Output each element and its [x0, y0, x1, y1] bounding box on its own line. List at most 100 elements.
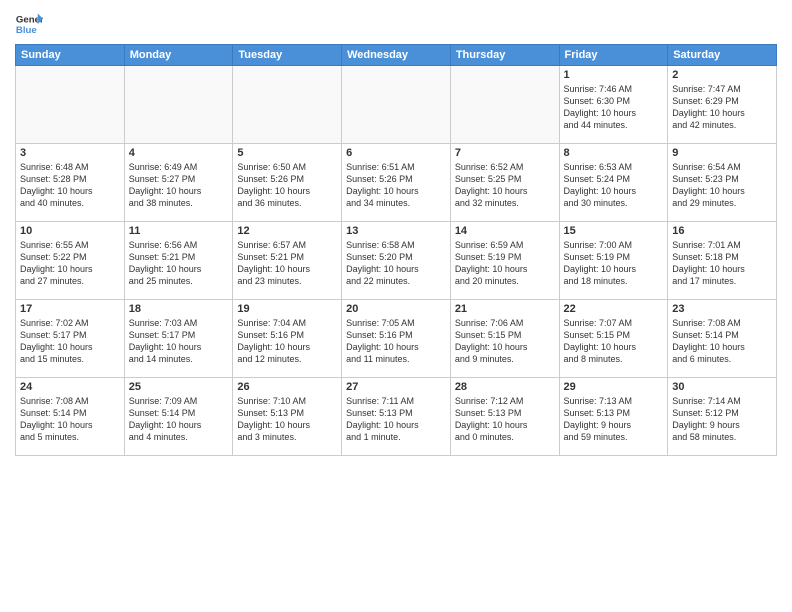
day-info: Sunrise: 7:10 AM Sunset: 5:13 PM Dayligh… — [237, 395, 337, 444]
day-number: 4 — [129, 147, 229, 159]
day-info: Sunrise: 7:46 AM Sunset: 6:30 PM Dayligh… — [564, 83, 664, 132]
week-row-2: 3 Sunrise: 6:48 AM Sunset: 5:28 PM Daylig… — [16, 144, 777, 222]
day-info: Sunrise: 7:01 AM Sunset: 5:18 PM Dayligh… — [672, 239, 772, 288]
day-number: 30 — [672, 381, 772, 393]
weekday-header-sunday: Sunday — [16, 45, 125, 66]
week-row-1: 1 Sunrise: 7:46 AM Sunset: 6:30 PM Daylig… — [16, 66, 777, 144]
day-info: Sunrise: 6:52 AM Sunset: 5:25 PM Dayligh… — [455, 161, 555, 210]
calendar-cell: 26 Sunrise: 7:10 AM Sunset: 5:13 PM Dayli… — [233, 378, 342, 456]
day-info: Sunrise: 7:07 AM Sunset: 5:15 PM Dayligh… — [564, 317, 664, 366]
calendar-cell: 30 Sunrise: 7:14 AM Sunset: 5:12 PM Dayli… — [668, 378, 777, 456]
day-info: Sunrise: 6:50 AM Sunset: 5:26 PM Dayligh… — [237, 161, 337, 210]
weekday-header-thursday: Thursday — [450, 45, 559, 66]
day-info: Sunrise: 6:55 AM Sunset: 5:22 PM Dayligh… — [20, 239, 120, 288]
calendar-cell: 17 Sunrise: 7:02 AM Sunset: 5:17 PM Dayli… — [16, 300, 125, 378]
day-number: 12 — [237, 225, 337, 237]
day-number: 1 — [564, 69, 664, 81]
day-number: 6 — [346, 147, 446, 159]
day-info: Sunrise: 7:09 AM Sunset: 5:14 PM Dayligh… — [129, 395, 229, 444]
calendar-cell — [16, 66, 125, 144]
day-info: Sunrise: 6:57 AM Sunset: 5:21 PM Dayligh… — [237, 239, 337, 288]
calendar-cell: 6 Sunrise: 6:51 AM Sunset: 5:26 PM Daylig… — [342, 144, 451, 222]
logo-icon: General Blue — [15, 10, 43, 38]
calendar-cell: 1 Sunrise: 7:46 AM Sunset: 6:30 PM Daylig… — [559, 66, 668, 144]
day-info: Sunrise: 7:08 AM Sunset: 5:14 PM Dayligh… — [20, 395, 120, 444]
svg-text:Blue: Blue — [16, 25, 37, 36]
calendar-cell: 22 Sunrise: 7:07 AM Sunset: 5:15 PM Dayli… — [559, 300, 668, 378]
calendar-cell: 18Sunrise: 7:03 AM Sunset: 5:17 PM Dayli… — [124, 300, 233, 378]
weekday-header-wednesday: Wednesday — [342, 45, 451, 66]
day-number: 15 — [564, 225, 664, 237]
calendar-cell: 19 Sunrise: 7:04 AM Sunset: 5:16 PM Dayli… — [233, 300, 342, 378]
day-info: Sunrise: 6:49 AM Sunset: 5:27 PM Dayligh… — [129, 161, 229, 210]
day-info: Sunrise: 7:12 AM Sunset: 5:13 PM Dayligh… — [455, 395, 555, 444]
day-info: Sunrise: 7:11 AM Sunset: 5:13 PM Dayligh… — [346, 395, 446, 444]
calendar-cell: 24 Sunrise: 7:08 AM Sunset: 5:14 PM Dayli… — [16, 378, 125, 456]
calendar-cell: 21Sunrise: 7:06 AM Sunset: 5:15 PM Dayli… — [450, 300, 559, 378]
header: General Blue — [15, 10, 777, 38]
calendar-cell: 15 Sunrise: 7:00 AM Sunset: 5:19 PM Dayli… — [559, 222, 668, 300]
day-number: 19 — [237, 303, 337, 315]
day-info: Sunrise: 6:48 AM Sunset: 5:28 PM Dayligh… — [20, 161, 120, 210]
calendar-cell: 28 Sunrise: 7:12 AM Sunset: 5:13 PM Dayli… — [450, 378, 559, 456]
calendar-cell: 25Sunrise: 7:09 AM Sunset: 5:14 PM Dayli… — [124, 378, 233, 456]
week-row-3: 10 Sunrise: 6:55 AM Sunset: 5:22 PM Dayli… — [16, 222, 777, 300]
calendar-cell: 23 Sunrise: 7:08 AM Sunset: 5:14 PM Dayli… — [668, 300, 777, 378]
calendar-cell — [233, 66, 342, 144]
day-info: Sunrise: 6:54 AM Sunset: 5:23 PM Dayligh… — [672, 161, 772, 210]
day-info: Sunrise: 6:56 AM Sunset: 5:21 PM Dayligh… — [129, 239, 229, 288]
calendar-cell: 9Sunrise: 6:54 AM Sunset: 5:23 PM Daylig… — [668, 144, 777, 222]
weekday-header-tuesday: Tuesday — [233, 45, 342, 66]
day-number: 11 — [129, 225, 229, 237]
day-info: Sunrise: 7:47 AM Sunset: 6:29 PM Dayligh… — [672, 83, 772, 132]
day-number: 8 — [564, 147, 664, 159]
calendar-cell: 16 Sunrise: 7:01 AM Sunset: 5:18 PM Dayli… — [668, 222, 777, 300]
calendar-cell — [450, 66, 559, 144]
day-info: Sunrise: 7:02 AM Sunset: 5:17 PM Dayligh… — [20, 317, 120, 366]
day-number: 26 — [237, 381, 337, 393]
day-number: 14 — [455, 225, 555, 237]
day-info: Sunrise: 7:06 AM Sunset: 5:15 PM Dayligh… — [455, 317, 555, 366]
day-number: 13 — [346, 225, 446, 237]
day-number: 27 — [346, 381, 446, 393]
day-info: Sunrise: 7:14 AM Sunset: 5:12 PM Dayligh… — [672, 395, 772, 444]
day-info: Sunrise: 6:51 AM Sunset: 5:26 PM Dayligh… — [346, 161, 446, 210]
week-row-5: 24 Sunrise: 7:08 AM Sunset: 5:14 PM Dayli… — [16, 378, 777, 456]
day-number: 20 — [346, 303, 446, 315]
day-info: Sunrise: 6:58 AM Sunset: 5:20 PM Dayligh… — [346, 239, 446, 288]
calendar-cell: 8 Sunrise: 6:53 AM Sunset: 5:24 PM Daylig… — [559, 144, 668, 222]
day-number: 5 — [237, 147, 337, 159]
day-number: 28 — [455, 381, 555, 393]
calendar-cell: 2 Sunrise: 7:47 AM Sunset: 6:29 PM Daylig… — [668, 66, 777, 144]
day-number: 10 — [20, 225, 120, 237]
calendar-cell: 5 Sunrise: 6:50 AM Sunset: 5:26 PM Daylig… — [233, 144, 342, 222]
weekday-header-friday: Friday — [559, 45, 668, 66]
calendar-cell: 3 Sunrise: 6:48 AM Sunset: 5:28 PM Daylig… — [16, 144, 125, 222]
day-info: Sunrise: 7:04 AM Sunset: 5:16 PM Dayligh… — [237, 317, 337, 366]
day-number: 7 — [455, 147, 555, 159]
week-row-4: 17 Sunrise: 7:02 AM Sunset: 5:17 PM Dayli… — [16, 300, 777, 378]
day-info: Sunrise: 7:00 AM Sunset: 5:19 PM Dayligh… — [564, 239, 664, 288]
day-info: Sunrise: 7:03 AM Sunset: 5:17 PM Dayligh… — [129, 317, 229, 366]
day-number: 2 — [672, 69, 772, 81]
calendar-table: SundayMondayTuesdayWednesdayThursdayFrid… — [15, 44, 777, 456]
calendar-cell: 20 Sunrise: 7:05 AM Sunset: 5:16 PM Dayli… — [342, 300, 451, 378]
day-info: Sunrise: 7:08 AM Sunset: 5:14 PM Dayligh… — [672, 317, 772, 366]
calendar-cell — [124, 66, 233, 144]
logo: General Blue — [15, 10, 43, 38]
day-number: 22 — [564, 303, 664, 315]
calendar-cell: 12 Sunrise: 6:57 AM Sunset: 5:21 PM Dayli… — [233, 222, 342, 300]
day-number: 3 — [20, 147, 120, 159]
calendar-cell: 27 Sunrise: 7:11 AM Sunset: 5:13 PM Dayli… — [342, 378, 451, 456]
calendar-cell: 4 Sunrise: 6:49 AM Sunset: 5:27 PM Daylig… — [124, 144, 233, 222]
calendar-cell: 13 Sunrise: 6:58 AM Sunset: 5:20 PM Dayli… — [342, 222, 451, 300]
weekday-header-saturday: Saturday — [668, 45, 777, 66]
day-info: Sunrise: 6:53 AM Sunset: 5:24 PM Dayligh… — [564, 161, 664, 210]
calendar-cell: 14Sunrise: 6:59 AM Sunset: 5:19 PM Dayli… — [450, 222, 559, 300]
day-number: 24 — [20, 381, 120, 393]
day-number: 17 — [20, 303, 120, 315]
day-info: Sunrise: 7:05 AM Sunset: 5:16 PM Dayligh… — [346, 317, 446, 366]
day-number: 16 — [672, 225, 772, 237]
calendar-cell: 7 Sunrise: 6:52 AM Sunset: 5:25 PM Daylig… — [450, 144, 559, 222]
day-number: 23 — [672, 303, 772, 315]
